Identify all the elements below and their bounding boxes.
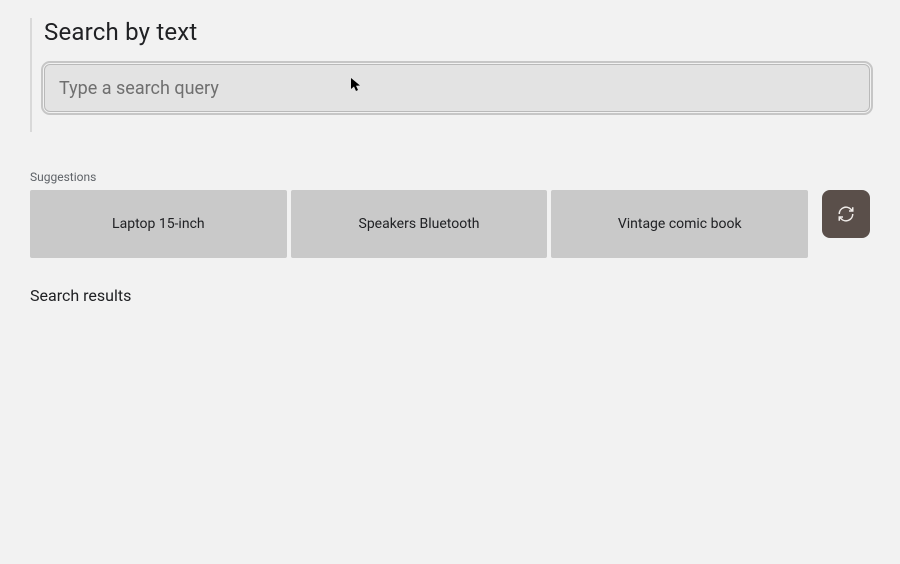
refresh-button[interactable] (822, 190, 870, 238)
refresh-icon (837, 205, 855, 223)
suggestion-button[interactable]: Laptop 15-inch (30, 190, 287, 258)
header-block: Search by text (30, 18, 900, 132)
suggestions-section: Suggestions Laptop 15-inch Speakers Blue… (30, 170, 870, 258)
suggestions-label: Suggestions (30, 170, 870, 184)
suggestions-row: Laptop 15-inch Speakers Bluetooth Vintag… (30, 190, 870, 258)
search-wrapper (44, 64, 870, 112)
results-section: Search results (30, 286, 870, 305)
suggestion-button[interactable]: Vintage comic book (551, 190, 808, 258)
suggestion-button[interactable]: Speakers Bluetooth (291, 190, 548, 258)
page-title: Search by text (44, 18, 870, 46)
results-title: Search results (30, 286, 870, 305)
page-root: Search by text Suggestions Laptop 15-inc… (0, 18, 900, 305)
search-input[interactable] (44, 64, 870, 112)
